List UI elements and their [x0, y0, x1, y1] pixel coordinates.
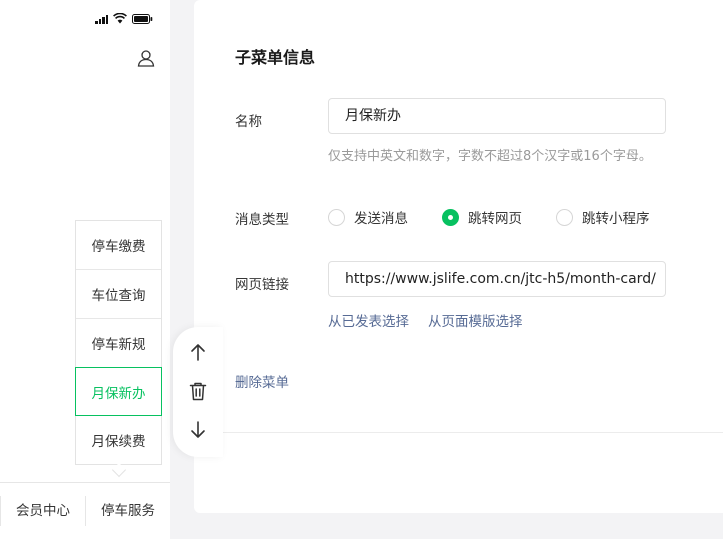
wifi-icon: [113, 13, 127, 24]
divider: [194, 432, 723, 433]
radio-open-webpage[interactable]: 跳转网页: [442, 207, 522, 227]
name-hint: 仅支持中英文和数字，字数不超过8个汉字或16个字母。: [328, 149, 652, 164]
submenu-item-space-query[interactable]: 车位查询: [76, 270, 161, 319]
radio-dot-icon[interactable]: [556, 208, 573, 226]
link-source-options: 从已发表选择 从页面模版选择: [328, 310, 523, 330]
radio-open-miniprogram[interactable]: 跳转小程序: [556, 207, 650, 227]
arrow-up-icon[interactable]: [187, 341, 209, 363]
radio-send-message[interactable]: 发送消息: [328, 207, 408, 227]
menu-item-parking-service[interactable]: 停车服务: [85, 496, 170, 526]
user-icon[interactable]: [137, 49, 155, 67]
signal-icon: [95, 14, 108, 24]
submenu-item-parking-rules[interactable]: 停车新规: [76, 319, 161, 368]
submenu-editor: 子菜单信息 名称 月保新办 仅支持中英文和数字，字数不超过8个汉字或16个字母。…: [194, 0, 723, 513]
link-input[interactable]: https://www.jslife.com.cn/jtc-h5/month-c…: [328, 261, 666, 297]
delete-menu-link[interactable]: 删除菜单: [235, 371, 289, 391]
menu-bar: 会员中心 停车服务: [0, 482, 170, 539]
phone-preview: 停车缴费 车位查询 停车新规 月保新办 月保续费 会员中心 停车服务: [0, 0, 170, 539]
status-bar: [95, 13, 153, 24]
submenu-item-parking-pay[interactable]: 停车缴费: [76, 221, 161, 270]
menu-tool-panel: [173, 327, 223, 457]
submenu-item-monthly-renew[interactable]: 月保续费: [76, 415, 161, 464]
menu-item-member-center[interactable]: 会员中心: [0, 496, 85, 526]
trash-icon[interactable]: [187, 380, 209, 402]
radio-dot-checked-icon[interactable]: [442, 208, 459, 226]
radio-dot-icon[interactable]: [328, 208, 345, 226]
submenu-list: 停车缴费 车位查询 停车新规 月保新办 月保续费: [75, 220, 162, 465]
choose-from-published-link[interactable]: 从已发表选择: [328, 310, 409, 330]
radio-label: 发送消息: [354, 211, 408, 227]
battery-icon: [132, 13, 153, 24]
arrow-down-icon[interactable]: [187, 419, 209, 441]
name-input[interactable]: 月保新办: [328, 98, 666, 134]
choose-from-template-link[interactable]: 从页面模版选择: [428, 310, 523, 330]
radio-label: 跳转小程序: [582, 211, 650, 227]
name-label: 名称: [235, 114, 262, 130]
link-label: 网页链接: [235, 277, 289, 293]
submenu-item-monthly-new[interactable]: 月保新办: [75, 367, 162, 416]
editor-title: 子菜单信息: [235, 48, 316, 67]
submenu-arrow: [111, 462, 127, 478]
type-radio-group: 发送消息 跳转网页 跳转小程序: [328, 207, 684, 227]
radio-label: 跳转网页: [468, 211, 522, 227]
type-label: 消息类型: [235, 212, 289, 228]
